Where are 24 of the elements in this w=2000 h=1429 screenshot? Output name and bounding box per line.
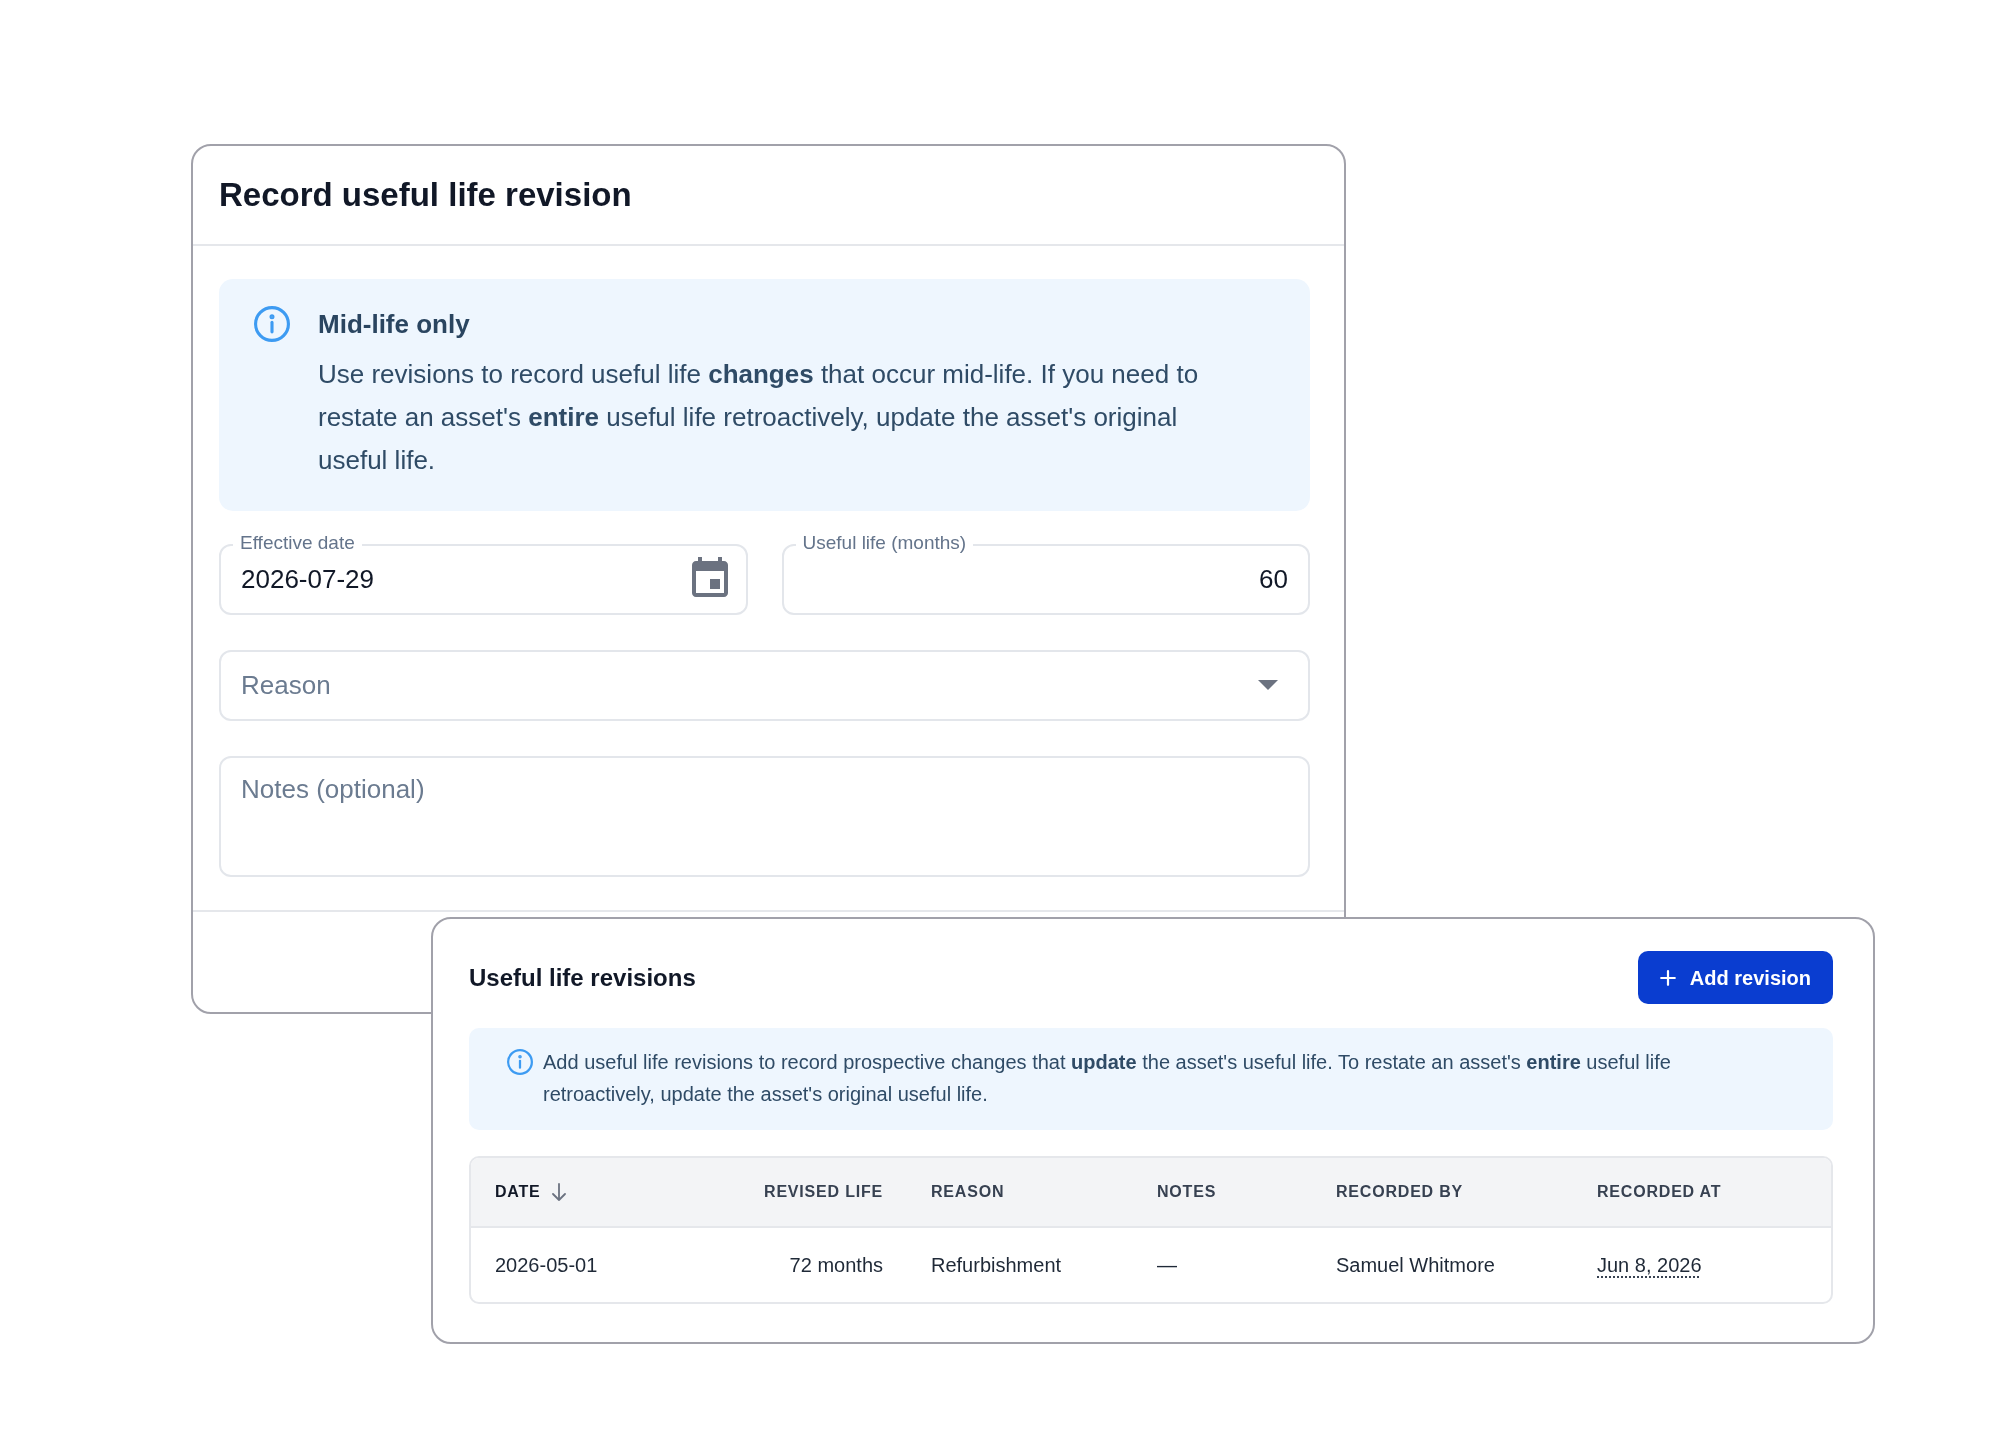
table-cell-text: — <box>1157 1253 1177 1278</box>
table-cell-text: Jun 8, 2026 <box>1597 1253 1702 1278</box>
info-icon <box>254 306 290 342</box>
notes-field[interactable]: Notes (optional) <box>219 756 1310 877</box>
column-header[interactable]: REVISED LIFE <box>764 1180 883 1204</box>
panel-title: Useful life revisions <box>469 962 696 993</box>
notice-text: Add useful life revisions to record prospective changes that update the asset's useful life. To restate an asset's entire useful life retroactively, update the asset's original useful life. <box>543 1050 1672 1107</box>
table-cell-text: 72 months <box>789 1253 883 1278</box>
column-header[interactable]: RECORDED AT <box>1597 1180 1722 1204</box>
sort-arrow-down-icon[interactable] <box>550 1183 567 1201</box>
column-header[interactable]: DATE <box>495 1180 541 1204</box>
notice-title: Mid-life only <box>318 308 471 341</box>
column-header[interactable]: NOTES <box>1157 1180 1217 1204</box>
info-icon <box>507 1049 533 1075</box>
table-cell-text: 2026-05-01 <box>495 1253 598 1278</box>
plus-icon <box>1659 969 1676 986</box>
add-revision-button[interactable]: Add revision <box>1637 951 1833 1004</box>
table-cell-text: Samuel Whitmore <box>1336 1253 1495 1278</box>
table-cell-text: Refurbishment <box>931 1253 1062 1278</box>
notice-text: Use revisions to record useful life changes that occur mid-life. If you need to restate an asset's entire useful life retroactively, update the asset's original useful life. <box>318 358 1200 477</box>
reason-select[interactable]: Reason <box>219 650 1310 721</box>
column-header[interactable]: RECORDED BY <box>1336 1180 1464 1204</box>
column-header[interactable]: REASON <box>931 1180 1005 1204</box>
dialog-title: Record useful life revision <box>219 175 632 215</box>
